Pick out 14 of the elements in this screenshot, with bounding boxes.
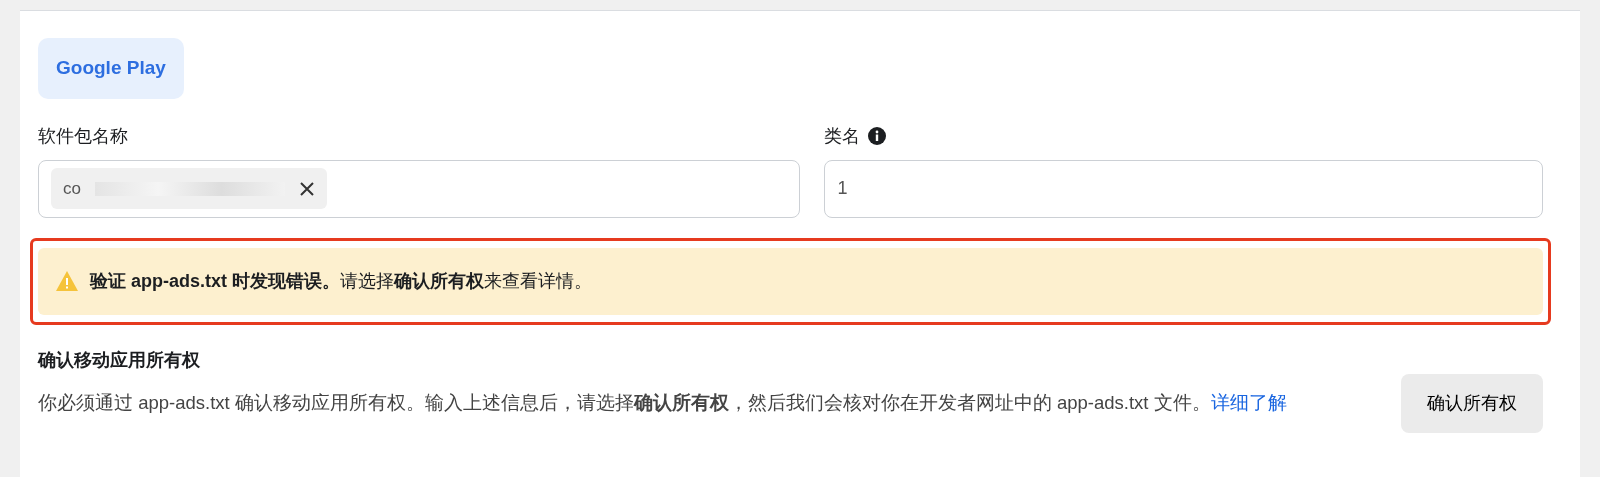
class-name-field[interactable]: 1 [824, 159, 1543, 218]
close-icon[interactable] [298, 180, 315, 197]
store-button[interactable]: Google Play [38, 38, 184, 99]
package-name-field[interactable]: co [38, 159, 801, 218]
field-label: 软件包名称 [38, 124, 128, 148]
chip-text: co [63, 177, 81, 200]
description-text: 你必须通过 app-ads.txt 确认移动应用所有权。输入上述信息后，请选择确认所有权，然后我们会核对你在开发者网址中的 app-ads.txt 文件。详细了解 [38, 391, 1287, 415]
info-icon[interactable] [868, 127, 887, 145]
field-label: 类名 [824, 124, 861, 148]
confirm-ownership-button[interactable]: 确认所有权 [1401, 373, 1543, 433]
alert-message: 验证 app-ads.txt 时发现错误。请选择确认所有权来查看详情。 [90, 269, 592, 293]
learn-more-link[interactable]: 详细了解 [1210, 392, 1287, 413]
package-chip[interactable]: co [51, 167, 327, 210]
section-title: 确认移动应用所有权 [38, 348, 201, 372]
